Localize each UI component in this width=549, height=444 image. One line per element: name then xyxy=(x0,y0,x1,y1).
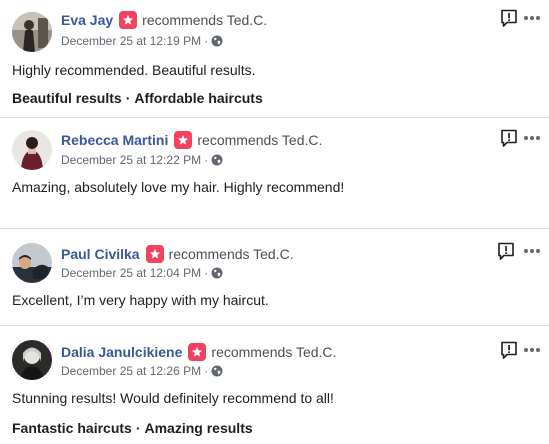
recommend-badge-icon xyxy=(174,131,193,149)
meta-separator: · xyxy=(204,153,209,167)
more-options-icon-dot xyxy=(530,136,534,140)
more-options-icon-dot xyxy=(536,348,540,352)
review-card: Rebecca Martini recommends Ted.C. Decemb… xyxy=(0,117,549,207)
report-icon xyxy=(501,341,517,359)
report-icon xyxy=(501,129,517,147)
meta-separator: · xyxy=(204,266,209,280)
recommends-text: recommends Ted.C. xyxy=(142,12,268,28)
review-tags: Beautiful results · Affordable haircuts xyxy=(12,90,263,106)
review-card: Eva Jay recommends Ted.C. December 25 at… xyxy=(0,0,549,117)
more-options-button[interactable] xyxy=(522,241,542,261)
reviewer-name[interactable]: Dalia Janulcikiene xyxy=(61,344,182,360)
more-options-icon-dot xyxy=(536,16,540,20)
review-text: Stunning results! Would definitely recom… xyxy=(12,390,334,406)
globe-icon[interactable] xyxy=(211,365,223,377)
tag-separator: · xyxy=(135,420,141,436)
avatar-photo xyxy=(12,12,52,52)
recommend-badge-icon xyxy=(119,11,138,29)
recommends-text: recommends Ted.C. xyxy=(197,132,323,148)
review-tag: Beautiful results xyxy=(12,90,122,106)
more-options-icon-dot xyxy=(536,136,540,140)
recommend-badge-icon xyxy=(145,245,164,263)
post-date[interactable]: December 25 at 12:04 PM xyxy=(61,266,201,280)
more-options-icon-dot xyxy=(530,16,534,20)
recommends-text: recommends Ted.C. xyxy=(211,344,337,360)
more-options-icon xyxy=(524,16,528,20)
more-options-icon xyxy=(524,136,528,140)
review-text: Highly recommended. Beautiful results. xyxy=(12,62,256,78)
post-date[interactable]: December 25 at 12:19 PM xyxy=(61,34,201,48)
more-options-icon-dot xyxy=(530,348,534,352)
more-options-button[interactable] xyxy=(522,128,542,148)
reviewer-name[interactable]: Paul Civilka xyxy=(61,246,140,262)
post-date[interactable]: December 25 at 12:22 PM xyxy=(61,153,201,167)
review-tag: Affordable haircuts xyxy=(134,90,263,106)
more-options-icon-dot xyxy=(536,249,540,253)
avatar[interactable] xyxy=(12,340,52,380)
reviewer-name[interactable]: Rebecca Martini xyxy=(61,132,168,148)
avatar-photo xyxy=(12,340,52,380)
avatar[interactable] xyxy=(12,243,52,283)
recommend-badge-icon xyxy=(188,343,207,361)
meta-separator: · xyxy=(204,364,209,378)
more-options-icon-dot xyxy=(530,249,534,253)
tag-separator: · xyxy=(125,90,131,106)
report-icon xyxy=(501,9,517,27)
meta-separator: · xyxy=(204,34,209,48)
avatar[interactable] xyxy=(12,12,52,52)
review-tag: Amazing results xyxy=(144,420,253,436)
post-date[interactable]: December 25 at 12:26 PM xyxy=(61,364,201,378)
more-options-button[interactable] xyxy=(522,340,542,360)
avatar-photo xyxy=(12,243,52,283)
review-card: Dalia Janulcikiene recommends Ted.C. Dec… xyxy=(0,325,549,444)
report-button[interactable] xyxy=(499,340,519,360)
review-tags: Fantastic haircuts · Amazing results xyxy=(12,420,253,436)
report-button[interactable] xyxy=(499,128,519,148)
reviewer-name[interactable]: Eva Jay xyxy=(61,12,113,28)
avatar-photo xyxy=(12,130,52,170)
globe-icon[interactable] xyxy=(211,267,223,279)
more-options-icon xyxy=(524,249,528,253)
review-card: Paul Civilka recommends Ted.C. December … xyxy=(0,228,549,325)
globe-icon[interactable] xyxy=(211,154,223,166)
more-options-button[interactable] xyxy=(522,8,542,28)
review-tag: Fantastic haircuts xyxy=(12,420,132,436)
report-icon xyxy=(498,242,514,260)
report-button[interactable] xyxy=(499,8,519,28)
more-options-icon xyxy=(524,348,528,352)
avatar[interactable] xyxy=(12,130,52,170)
review-text: Amazing, absolutely love my hair. Highly… xyxy=(12,179,345,195)
review-text: Excellent, I’m very happy with my haircu… xyxy=(12,292,269,308)
globe-icon[interactable] xyxy=(211,35,223,47)
report-button[interactable] xyxy=(496,241,516,261)
recommends-text: recommends Ted.C. xyxy=(168,246,294,262)
